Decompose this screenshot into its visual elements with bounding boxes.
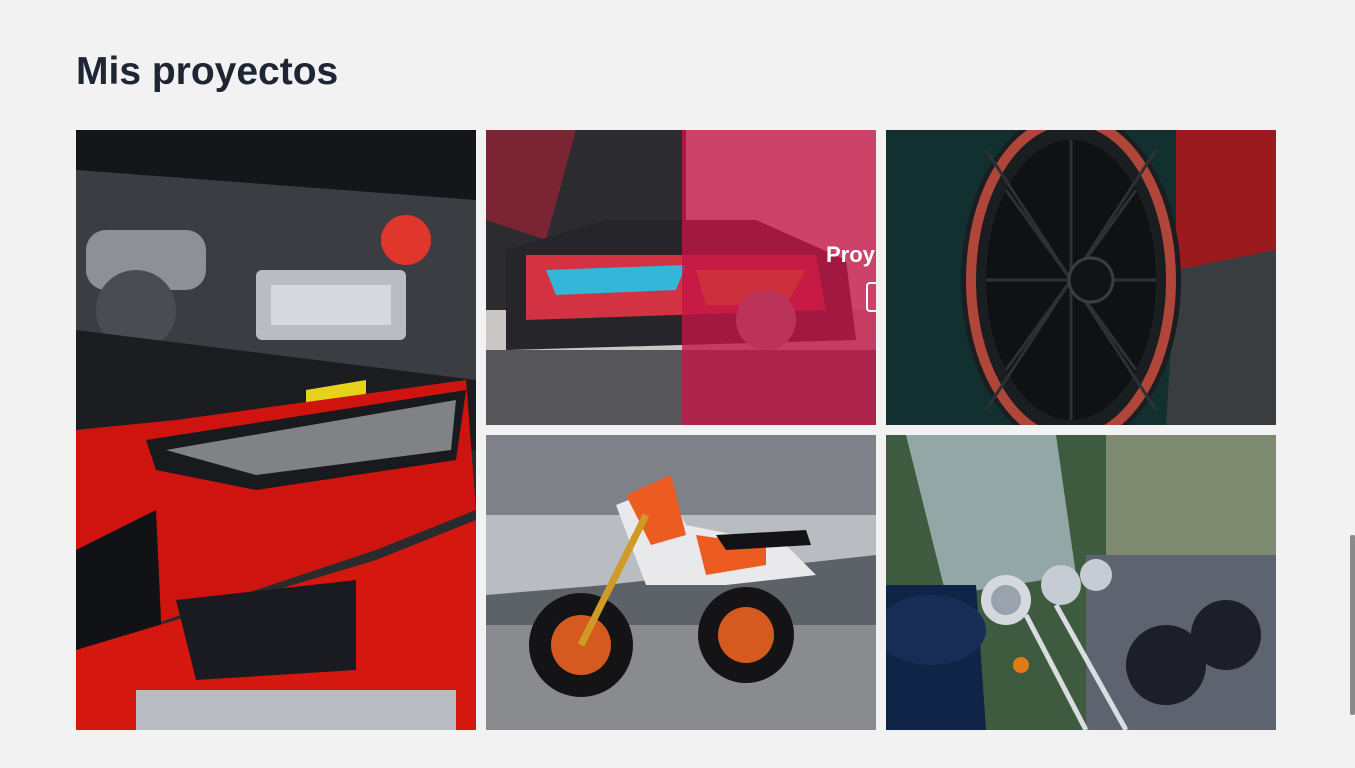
project-card-1[interactable] [76, 130, 476, 730]
project-card-2[interactable]: Proy [486, 130, 876, 425]
project-card-3[interactable] [886, 130, 1276, 425]
project-image-3 [886, 130, 1276, 425]
project-hover-overlay[interactable]: Proy [682, 130, 876, 425]
project-card-5[interactable] [886, 435, 1276, 730]
project-image-1 [76, 130, 476, 730]
project-card-4[interactable] [486, 435, 876, 730]
page-title: Mis proyectos [76, 50, 339, 93]
page-scrollbar[interactable] [1350, 535, 1355, 715]
project-overlay-title: Proy [826, 242, 875, 267]
project-image-4 [486, 435, 876, 730]
document-icon[interactable] [866, 282, 876, 312]
project-image-5 [886, 435, 1276, 730]
